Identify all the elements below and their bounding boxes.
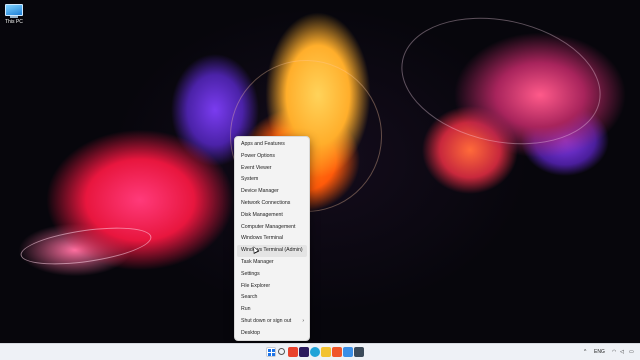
menu-item-system[interactable]: System: [235, 174, 309, 186]
battery-icon: ▭: [629, 349, 634, 355]
menu-item-file-explorer[interactable]: File Explorer: [235, 281, 309, 293]
tray-chevron[interactable]: ^: [584, 344, 586, 360]
menu-item-label: File Explorer: [241, 282, 271, 289]
menu-item-network-connections[interactable]: Network Connections: [235, 198, 309, 210]
search-icon[interactable]: [277, 347, 287, 357]
photos-icon[interactable]: [343, 347, 353, 357]
this-pc-icon: [5, 4, 23, 16]
menu-item-shut-down-or-sign-out[interactable]: Shut down or sign out ›: [235, 316, 309, 328]
menu-item-event-viewer[interactable]: Event Viewer: [235, 163, 309, 175]
menu-item-label: Event Viewer: [241, 164, 272, 171]
menu-item-label: Apps and Features: [241, 141, 285, 147]
tray-volume[interactable]: ◁: [620, 344, 624, 360]
menu-item-label: Computer Management: [241, 223, 296, 230]
tray-battery[interactable]: ▭: [629, 344, 634, 360]
desktop-icon-label: This PC: [5, 19, 23, 25]
menu-item-disk-management[interactable]: Disk Management: [235, 210, 309, 222]
chevron-right-icon: ›: [302, 317, 304, 324]
menu-item-device-manager[interactable]: Device Manager: [235, 186, 309, 198]
menu-item-computer-management[interactable]: Computer Management: [235, 222, 309, 234]
desktop-icon-this-pc[interactable]: This PC: [2, 4, 26, 25]
wallpaper-ribbon: [389, 0, 613, 162]
menu-item-settings[interactable]: Settings: [235, 269, 309, 281]
menu-item-label: Run: [241, 306, 251, 313]
winx-context-menu: Apps and Features Power Options Event View…: [234, 136, 310, 341]
tray-language[interactable]: ENG: [594, 344, 605, 360]
menu-item-power-options[interactable]: Power Options: [235, 151, 309, 163]
menu-item-apps-and-features[interactable]: Apps and Features: [235, 139, 309, 151]
desktop-wallpaper[interactable]: This PC: [0, 0, 640, 343]
menu-item-search[interactable]: Search: [235, 292, 309, 304]
menu-item-task-manager[interactable]: Task Manager: [235, 257, 309, 269]
menu-item-label: Device Manager: [241, 188, 279, 195]
menu-item-label: Search: [241, 294, 258, 301]
tray-wifi[interactable]: ◠: [612, 344, 616, 360]
wallpaper-ribbon: [18, 220, 154, 272]
taskbar: ^ ENG ◠ ◁ ▭: [0, 343, 640, 360]
menu-item-label: Desktop: [241, 329, 261, 336]
terminal-icon[interactable]: [354, 347, 364, 357]
language-icon: ENG: [594, 349, 605, 355]
menu-item-label: Settings: [241, 270, 260, 277]
menu-item-label: Power Options: [241, 152, 276, 159]
chevron-up-icon: ^: [584, 349, 587, 355]
start-icon[interactable]: [266, 347, 276, 357]
menu-item-label: Disk Management: [241, 211, 283, 218]
file-explorer-icon[interactable]: [321, 347, 331, 357]
menu-item-windows-terminal[interactable]: Windows Terminal: [235, 233, 309, 245]
monitor-stand: [10, 16, 18, 18]
menu-item-label: Task Manager: [241, 258, 274, 265]
brave-icon[interactable]: [332, 347, 342, 357]
premiere-icon[interactable]: [299, 347, 309, 357]
menu-item-label: Network Connections: [241, 199, 291, 206]
menu-item-desktop[interactable]: Desktop: [235, 328, 309, 340]
menu-item-label: Windows Terminal: [241, 235, 283, 242]
wifi-icon: ◠: [612, 349, 617, 355]
menu-item-run[interactable]: Run: [235, 304, 309, 316]
menu-item-label: Shut down or sign out: [241, 317, 292, 324]
menu-item-windows-terminal-admin[interactable]: Windows Terminal (Admin): [237, 245, 307, 257]
menu-item-label: System: [241, 176, 259, 183]
volume-icon: ◁: [620, 349, 624, 355]
video-icon[interactable]: [288, 347, 298, 357]
edge-icon[interactable]: [310, 347, 320, 357]
